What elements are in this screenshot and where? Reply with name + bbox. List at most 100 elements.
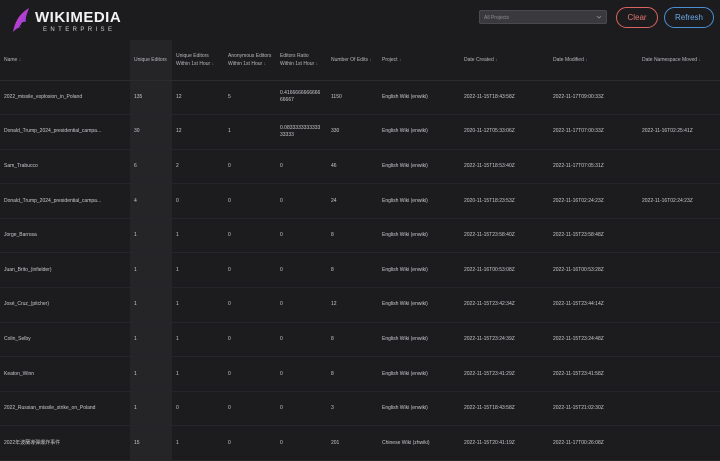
cell-anonymous-editors: 0 xyxy=(224,218,276,254)
column-header-number-of-edits[interactable]: Number Of Edits ↓ xyxy=(327,40,378,81)
cell-anonymous-editors: 0 xyxy=(224,287,276,323)
cell-date-created: 2022-11-15T18:43:58Z xyxy=(460,391,549,427)
table-row[interactable]: Donald_Trump_2024_presidential_campa... 3… xyxy=(0,114,720,150)
cell-anonymous-editors: 0 xyxy=(224,183,276,219)
cell-date-namespace-moved xyxy=(638,252,720,289)
cell-number-of-edits: 8 xyxy=(327,322,378,358)
cell-project: English Wiki (enwiki) xyxy=(378,80,460,116)
cell-unique-editors: 1 xyxy=(130,356,172,392)
top-bar: WIKIMEDIA ENTERPRISE All Projects Clear … xyxy=(0,0,720,40)
cell-date-modified: 2022-11-17T09:00:33Z xyxy=(549,80,638,116)
cell-unique-editors: 1 xyxy=(130,252,172,289)
cell-anonymous-editors: 0 xyxy=(224,391,276,427)
cell-date-created: 2022-11-15T18:53:40Z xyxy=(460,149,549,185)
cell-project: English Wiki (enwiki) xyxy=(378,183,460,219)
cell-date-created: 2020-11-15T18:23:53Z xyxy=(460,183,549,219)
cell-date-created: 2022-11-15T18:43:58Z xyxy=(460,80,549,116)
cell-name: Donald_Trump_2024_presidential_campa... xyxy=(0,114,130,150)
cell-date-namespace-moved xyxy=(638,149,720,185)
project-select[interactable]: All Projects xyxy=(479,10,607,24)
cell-unique-editors: 1 xyxy=(130,391,172,427)
cell-date-modified: 2022-11-15T23:41:58Z xyxy=(549,356,638,392)
table-row[interactable]: Sam_Trabucco 6 2 0 0 46 English Wiki (enwiki) 2… xyxy=(0,149,720,185)
cell-date-namespace-moved xyxy=(638,391,720,427)
articles-table: Name ↓ Unique Editors Unique Editors Wit… xyxy=(0,40,720,461)
cell-date-created: 2022-11-16T00:53:08Z xyxy=(460,252,549,289)
cell-name: 2022_Russian_missile_strike_on_Poland xyxy=(0,391,130,427)
cell-editors-ratio: 0 xyxy=(276,425,327,461)
cell-unique-editors-first-hour: 2 xyxy=(172,149,224,185)
cell-date-modified: 2022-11-15T21:02:30Z xyxy=(549,391,638,427)
table-row[interactable]: Donald_Trump_2024_presidential_campa... 4… xyxy=(0,183,720,219)
cell-unique-editors: 1 xyxy=(130,287,172,323)
column-header-unique-editors[interactable]: Unique Editors xyxy=(130,40,172,81)
table-row[interactable]: 2022年波蘭導彈爆炸事件 15 1 0 0 201 Chinese Wiki (zhwik… xyxy=(0,425,720,461)
cell-number-of-edits: 1150 xyxy=(327,80,378,116)
cell-editors-ratio: 0.416666666666666667 xyxy=(276,80,327,116)
clear-button[interactable]: Clear xyxy=(616,7,658,28)
cell-number-of-edits: 8 xyxy=(327,356,378,392)
cell-unique-editors-first-hour: 0 xyxy=(172,183,224,219)
cell-date-namespace-moved xyxy=(638,425,720,461)
cell-name: José_Cruz_(pitcher) xyxy=(0,287,130,323)
table-row[interactable]: 2022_Russian_missile_strike_on_Poland 1 0 0… xyxy=(0,391,720,427)
cell-editors-ratio: 0 xyxy=(276,287,327,323)
cell-anonymous-editors: 0 xyxy=(224,425,276,461)
cell-editors-ratio: 0.083333333333333333 xyxy=(276,114,327,150)
cell-date-created: 2022-11-15T23:24:39Z xyxy=(460,322,549,358)
table-row[interactable]: Juan_Brito_(infielder) 1 1 0 0 8 English Wiki … xyxy=(0,252,720,289)
cell-date-namespace-moved xyxy=(638,80,720,116)
cell-name: Keaton_Winn xyxy=(0,356,130,392)
column-header-unique-editors-first-hour[interactable]: Unique Editors Within 1st Hour ↓ xyxy=(172,40,224,81)
column-header-name[interactable]: Name ↓ xyxy=(0,40,130,81)
table-row[interactable]: 2022_missile_explosion_in_Poland 135 12 5 0.… xyxy=(0,80,720,116)
cell-unique-editors-first-hour: 12 xyxy=(172,114,224,150)
cell-unique-editors-first-hour: 0 xyxy=(172,391,224,427)
cell-name: Sam_Trabucco xyxy=(0,149,130,185)
column-header-date-created[interactable]: Date Created ↓ xyxy=(460,40,549,81)
logo-mark-icon xyxy=(13,8,29,32)
cell-project: English Wiki (enwiki) xyxy=(378,114,460,150)
cell-anonymous-editors: 0 xyxy=(224,149,276,185)
cell-anonymous-editors: 0 xyxy=(224,322,276,358)
column-header-date-namespace-moved[interactable]: Date Namespace Moved ↓ xyxy=(638,40,720,81)
cell-project: English Wiki (enwiki) xyxy=(378,287,460,323)
cell-editors-ratio: 0 xyxy=(276,391,327,427)
column-header-editors-ratio[interactable]: Editors Ratio Within 1st Hour ↓ xyxy=(276,40,327,81)
cell-name: 2022年波蘭導彈爆炸事件 xyxy=(0,425,130,461)
column-header-date-modified[interactable]: Date Modified ↓ xyxy=(549,40,638,81)
cell-unique-editors-first-hour: 1 xyxy=(172,252,224,289)
cell-name: Colin_Selby xyxy=(0,322,130,358)
cell-date-created: 2022-11-15T23:42:34Z xyxy=(460,287,549,323)
cell-date-created: 2022-11-15T23:58:40Z xyxy=(460,218,549,254)
cell-unique-editors: 1 xyxy=(130,218,172,254)
cell-project: English Wiki (enwiki) xyxy=(378,322,460,358)
cell-date-modified: 2022-11-15T23:58:48Z xyxy=(549,218,638,254)
cell-name: Juan_Brito_(infielder) xyxy=(0,252,130,289)
refresh-button[interactable]: Refresh xyxy=(664,7,714,28)
cell-unique-editors: 1 xyxy=(130,322,172,358)
table-row[interactable]: Keaton_Winn 1 1 0 0 8 English Wiki (enwiki) 202… xyxy=(0,356,720,392)
column-header-project[interactable]: Project ↓ xyxy=(378,40,460,81)
cell-date-modified: 2022-11-17T07:00:33Z xyxy=(549,114,638,150)
cell-date-modified: 2022-11-15T23:24:48Z xyxy=(549,322,638,358)
cell-date-modified: 2022-11-16T00:53:28Z xyxy=(549,252,638,289)
cell-unique-editors-first-hour: 1 xyxy=(172,218,224,254)
table-row[interactable]: José_Cruz_(pitcher) 1 1 0 0 12 English Wiki (e… xyxy=(0,287,720,323)
cell-date-modified: 2022-11-15T23:44:14Z xyxy=(549,287,638,323)
cell-date-modified: 2022-11-17T07:05:31Z xyxy=(549,149,638,185)
table-row[interactable]: Jorge_Barrosa 1 1 0 0 8 English Wiki (enwiki) 2… xyxy=(0,218,720,254)
cell-name: 2022_missile_explosion_in_Poland xyxy=(0,80,130,116)
cell-number-of-edits: 8 xyxy=(327,218,378,254)
cell-date-namespace-moved: 2022-11-16T02:24:23Z xyxy=(638,183,720,219)
cell-unique-editors: 30 xyxy=(130,114,172,150)
cell-project: English Wiki (enwiki) xyxy=(378,149,460,185)
cell-date-created: 2020-11-12T05:33:06Z xyxy=(460,114,549,150)
cell-number-of-edits: 24 xyxy=(327,183,378,219)
chevron-down-icon xyxy=(596,15,602,19)
wikimedia-enterprise-logo[interactable]: WIKIMEDIA ENTERPRISE xyxy=(10,6,130,36)
cell-name: Jorge_Barrosa xyxy=(0,218,130,254)
table-row[interactable]: Colin_Selby 1 1 0 0 8 English Wiki (enwiki) 202… xyxy=(0,322,720,358)
column-header-anonymous-editors-first-hour[interactable]: Anonymous Editors Within 1st Hour ↓ xyxy=(224,40,276,81)
cell-unique-editors: 4 xyxy=(130,183,172,219)
